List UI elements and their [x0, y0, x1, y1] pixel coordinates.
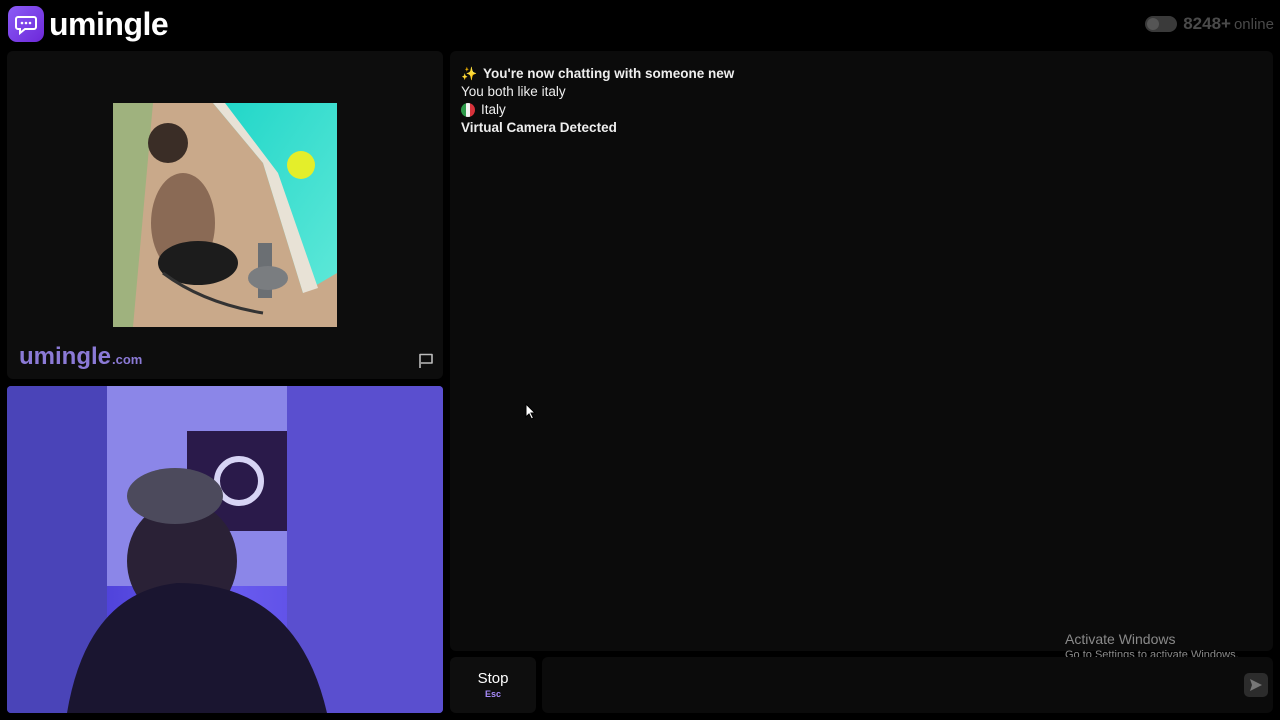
list-item: You both like italy	[461, 83, 734, 101]
message-input[interactable]	[542, 657, 1273, 713]
send-icon	[1250, 679, 1262, 691]
stop-button[interactable]: Stop Esc	[450, 657, 536, 713]
umingle-watermark: umingle .com	[19, 343, 142, 371]
top-header: umingle 8248+ online	[0, 0, 1280, 50]
list-item: Virtual Camera Detected	[461, 119, 734, 137]
message-text: You both like italy	[461, 84, 566, 99]
online-label: online	[1233, 15, 1274, 33]
sparkle-icon: ✨	[461, 66, 478, 81]
chat-bubble-icon	[8, 6, 44, 42]
mouse-cursor-icon	[525, 403, 537, 420]
stranger-video-panel: umingle .com	[7, 51, 443, 379]
italy-flag-icon	[461, 103, 475, 117]
list-item: ✨ You're now chatting with someone new	[461, 65, 734, 83]
stranger-video	[113, 103, 337, 327]
online-indicator: 8248+ online	[1145, 14, 1274, 34]
stop-label: Stop	[477, 670, 509, 687]
logo-text: umingle	[49, 6, 169, 42]
message-text: You're now chatting with someone new	[483, 66, 735, 81]
message-text: Virtual Camera Detected	[461, 120, 617, 135]
activation-title: Activate Windows	[1065, 631, 1176, 647]
flag-icon	[419, 353, 433, 368]
message-text: Italy	[481, 102, 506, 117]
self-video-panel	[7, 386, 443, 713]
send-button[interactable]	[1244, 673, 1268, 697]
self-video	[7, 386, 443, 713]
list-item: Italy	[461, 101, 734, 119]
report-flag-button[interactable]	[416, 351, 436, 371]
watermark-main: umingle	[19, 343, 112, 370]
online-toggle[interactable]	[1145, 16, 1178, 32]
chat-panel: ✨ You're now chatting with someone new Y…	[450, 51, 1273, 661]
online-count: 8248+	[1183, 14, 1231, 33]
message-list: ✨ You're now chatting with someone new Y…	[461, 65, 734, 137]
watermark-domain: .com	[112, 352, 143, 367]
logo[interactable]: umingle	[8, 6, 169, 42]
stop-shortcut-key: Esc	[484, 689, 501, 699]
